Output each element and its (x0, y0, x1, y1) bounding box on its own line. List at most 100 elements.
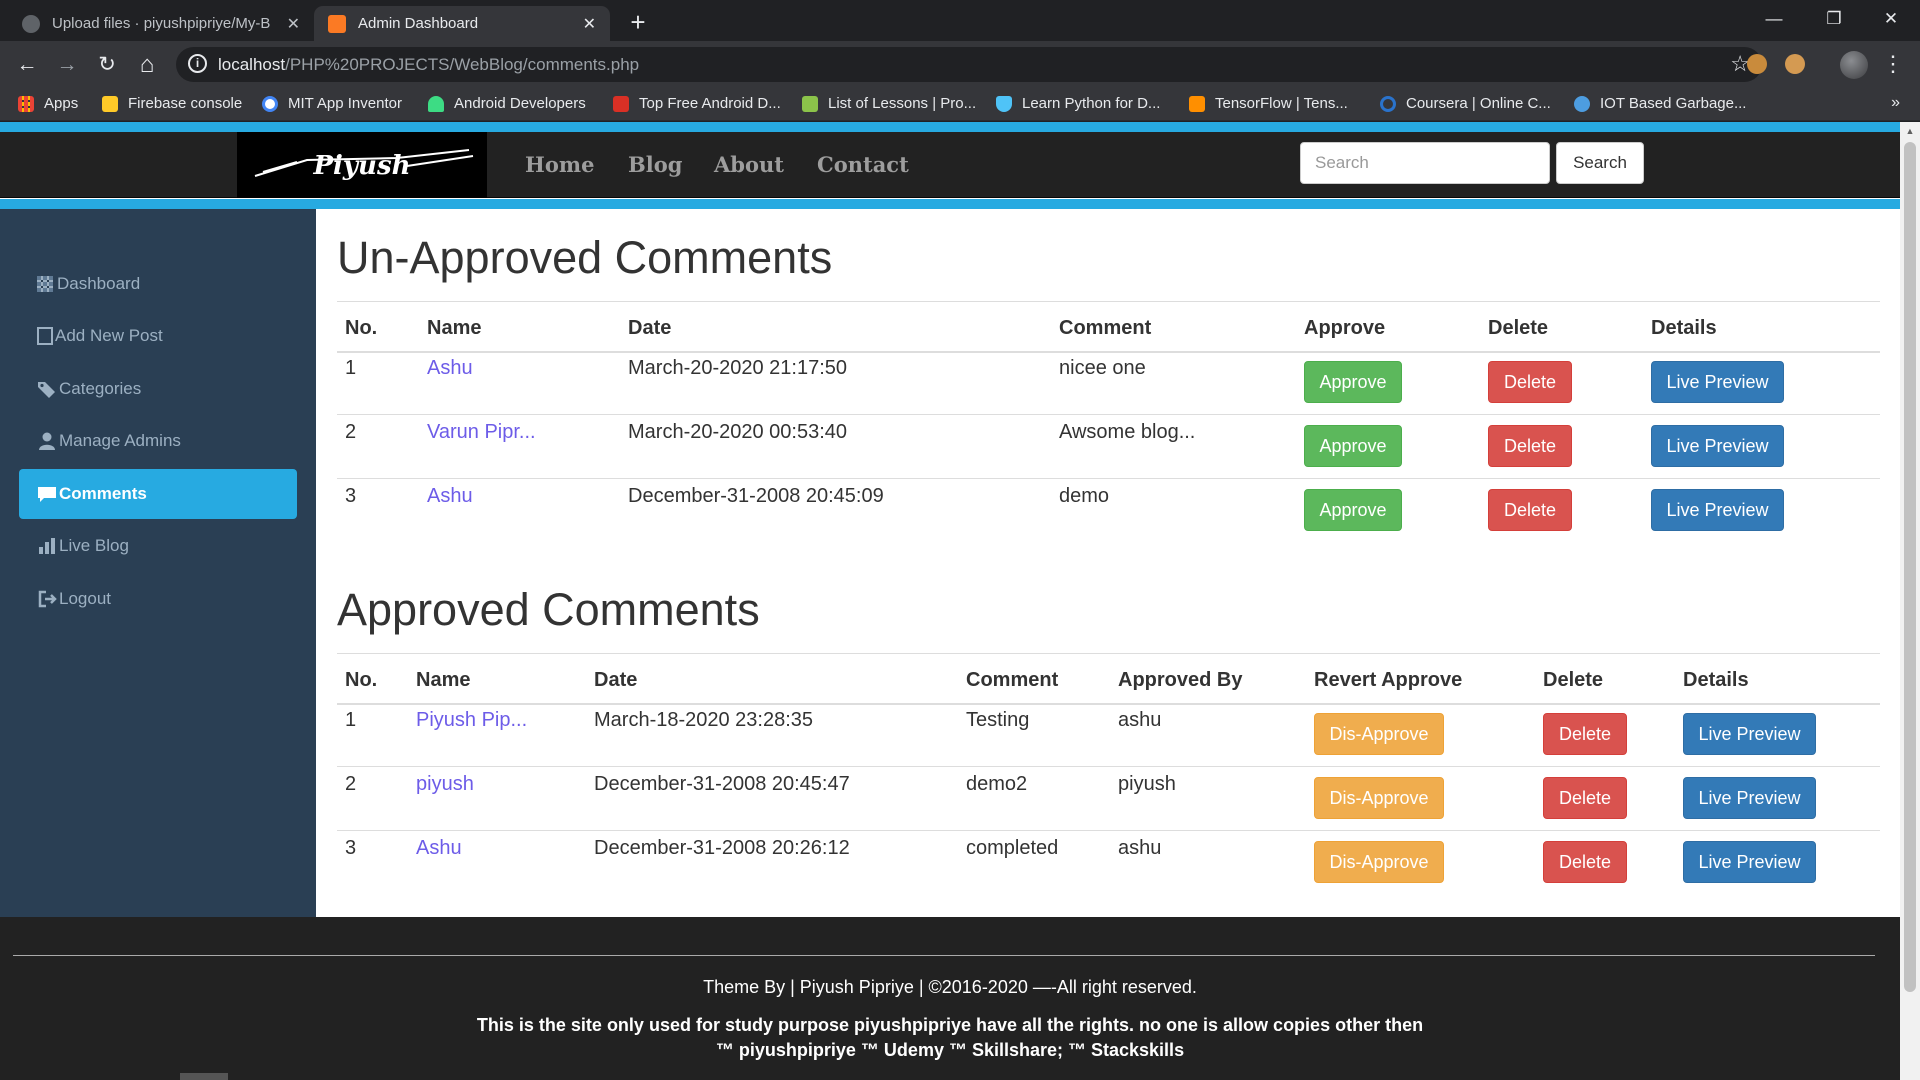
tab-title: Admin Dashboard (358, 15, 479, 32)
sidebar-item-manage-admins[interactable]: Manage Admins (19, 416, 297, 466)
cookie-editor-extension-icon[interactable] (1785, 54, 1805, 74)
table-rule (337, 301, 1880, 302)
bookmark-tensorflow[interactable]: TensorFlow | Tens... (1189, 95, 1348, 112)
delete-button[interactable]: Delete (1488, 489, 1572, 531)
tab-upload-files[interactable]: Upload files · piyushpipriye/My-B ✕ (8, 6, 314, 41)
sidebar-item-live-blog[interactable]: Live Blog (19, 521, 297, 571)
browser-tab-strip: Upload files · piyushpipriye/My-B ✕ Admi… (0, 0, 1920, 41)
page-scrollbar[interactable]: ▲ (1900, 122, 1920, 1080)
sidebar-item-dashboard[interactable]: Dashboard (19, 259, 297, 309)
profile-avatar[interactable] (1840, 51, 1868, 79)
restore-button[interactable]: ❐ (1805, 0, 1863, 41)
bookmark-label: Apps (44, 95, 79, 112)
approve-button[interactable]: Approve (1304, 425, 1402, 467)
nav-blog-link[interactable]: Blog (628, 152, 682, 177)
dis-approve-button[interactable]: Dis-Approve (1314, 713, 1444, 755)
sidebar-item-add-new-post[interactable]: Add New Post (19, 311, 297, 361)
site-info-icon[interactable]: i (188, 54, 207, 73)
back-button[interactable]: ← (10, 48, 44, 82)
dis-approve-button[interactable]: Dis-Approve (1314, 777, 1444, 819)
table-rule (337, 414, 1880, 415)
minimize-button[interactable]: — (1745, 0, 1803, 41)
commenter-name-link[interactable]: Ashu (427, 357, 473, 380)
nav-about-link[interactable]: About (714, 152, 784, 177)
sidebar-item-label: Logout (59, 589, 111, 608)
close-window-button[interactable]: ✕ (1862, 0, 1920, 41)
table-rule (337, 653, 1880, 654)
user-icon (39, 432, 55, 450)
commenter-name-link[interactable]: Varun Pipr... (427, 421, 536, 444)
comment-text: demo2 (966, 773, 1028, 795)
site-search-button[interactable]: Search (1556, 142, 1644, 184)
delete-button[interactable]: Delete (1488, 361, 1572, 403)
live-preview-button[interactable]: Live Preview (1683, 713, 1816, 755)
commenter-name-link[interactable]: piyush (416, 773, 474, 796)
more-bookmarks-icon[interactable]: » (1891, 94, 1900, 112)
cookie-extension-icon[interactable] (1747, 54, 1767, 74)
sidebar-item-label: Comments (59, 484, 147, 503)
delete-button[interactable]: Delete (1543, 777, 1627, 819)
bookmark-mit-app-inventor[interactable]: MIT App Inventor (262, 95, 402, 112)
commenter-name-link[interactable]: Ashu (416, 837, 462, 860)
nav-home-link[interactable]: Home (525, 152, 594, 177)
bookmark-top-free-android[interactable]: Top Free Android D... (613, 95, 781, 112)
page-viewport: Piyush Home Blog About Contact Search Da… (0, 122, 1900, 1080)
comment-date: December-31-2008 20:45:09 (628, 485, 884, 507)
sidebar-item-comments[interactable]: Comments (19, 469, 297, 519)
column-header: Date (594, 669, 638, 691)
site-logo[interactable]: Piyush (237, 132, 487, 198)
dis-approve-button[interactable]: Dis-Approve (1314, 841, 1444, 883)
address-bar[interactable]: i localhost/PHP%20PROJECTS/WebBlog/comme… (176, 47, 1762, 82)
live-preview-button[interactable]: Live Preview (1651, 489, 1784, 531)
column-header: No. (345, 317, 378, 339)
approve-button[interactable]: Approve (1304, 361, 1402, 403)
comment-number: 1 (345, 709, 357, 731)
bookmark-iot-garbage[interactable]: IOT Based Garbage... (1574, 95, 1746, 112)
comment-date: March-20-2020 00:53:40 (628, 421, 848, 443)
new-tab-button[interactable]: + (623, 7, 653, 37)
bookmark-learn-python[interactable]: Learn Python for D... (996, 95, 1160, 112)
table-rule (337, 351, 1880, 353)
commenter-name-link[interactable]: Ashu (427, 485, 473, 508)
scrollbar-thumb[interactable] (1904, 142, 1916, 992)
close-tab-icon[interactable]: ✕ (287, 14, 300, 34)
scroll-up-arrow-icon[interactable]: ▲ (1900, 122, 1920, 140)
sidebar-item-categories[interactable]: Categories (19, 364, 297, 414)
approve-button[interactable]: Approve (1304, 489, 1402, 531)
url-path: /PHP%20PROJECTS/WebBlog/comments.php (285, 55, 640, 74)
home-button[interactable]: ⌂ (130, 48, 164, 82)
bookmark-coursera[interactable]: Coursera | Online C... (1380, 95, 1551, 112)
bookmark-label: Top Free Android D... (639, 95, 781, 112)
nav-contact-link[interactable]: Contact (817, 152, 909, 177)
delete-button[interactable]: Delete (1543, 713, 1627, 755)
bookmark-list-of-lessons[interactable]: List of Lessons | Pro... (802, 95, 976, 112)
tab-admin-dashboard[interactable]: Admin Dashboard ✕ (314, 6, 610, 41)
forward-button[interactable]: → (50, 48, 84, 82)
column-header: Details (1651, 317, 1717, 339)
dashboard-icon (37, 276, 53, 292)
commenter-name-link[interactable]: Piyush Pip... (416, 709, 527, 732)
delete-button[interactable]: Delete (1543, 841, 1627, 883)
delete-button[interactable]: Delete (1488, 425, 1572, 467)
approved-by: ashu (1118, 837, 1162, 859)
reload-button[interactable]: ↻ (90, 48, 124, 82)
url-text[interactable]: localhost/PHP%20PROJECTS/WebBlog/comment… (218, 55, 639, 75)
browser-menu-icon[interactable]: ⋮ (1882, 52, 1904, 76)
site-search-input[interactable] (1300, 142, 1550, 184)
live-preview-button[interactable]: Live Preview (1651, 425, 1784, 467)
live-preview-button[interactable]: Live Preview (1651, 361, 1784, 403)
live-preview-button[interactable]: Live Preview (1683, 841, 1816, 883)
comment-number: 3 (345, 485, 357, 507)
browser-toolbar: ← → ↻ ⌂ i localhost/PHP%20PROJECTS/WebBl… (0, 41, 1920, 88)
bookmark-label: Firebase console (128, 95, 243, 112)
logo-text: Piyush (313, 151, 411, 181)
bookmark-apps[interactable]: Apps (18, 95, 78, 112)
live-preview-button[interactable]: Live Preview (1683, 777, 1816, 819)
sidebar-item-logout[interactable]: Logout (19, 574, 297, 624)
table-rule (337, 766, 1880, 767)
bookmark-android-developers[interactable]: Android Developers (428, 95, 586, 112)
column-header: Comment (1059, 317, 1152, 339)
close-tab-icon[interactable]: ✕ (583, 14, 596, 34)
footer-disclaimer-line2: ™ piyushpipriye ™ Udemy ™ Skillshare; ™ … (715, 1040, 1185, 1060)
bookmark-firebase[interactable]: Firebase console (102, 95, 242, 112)
